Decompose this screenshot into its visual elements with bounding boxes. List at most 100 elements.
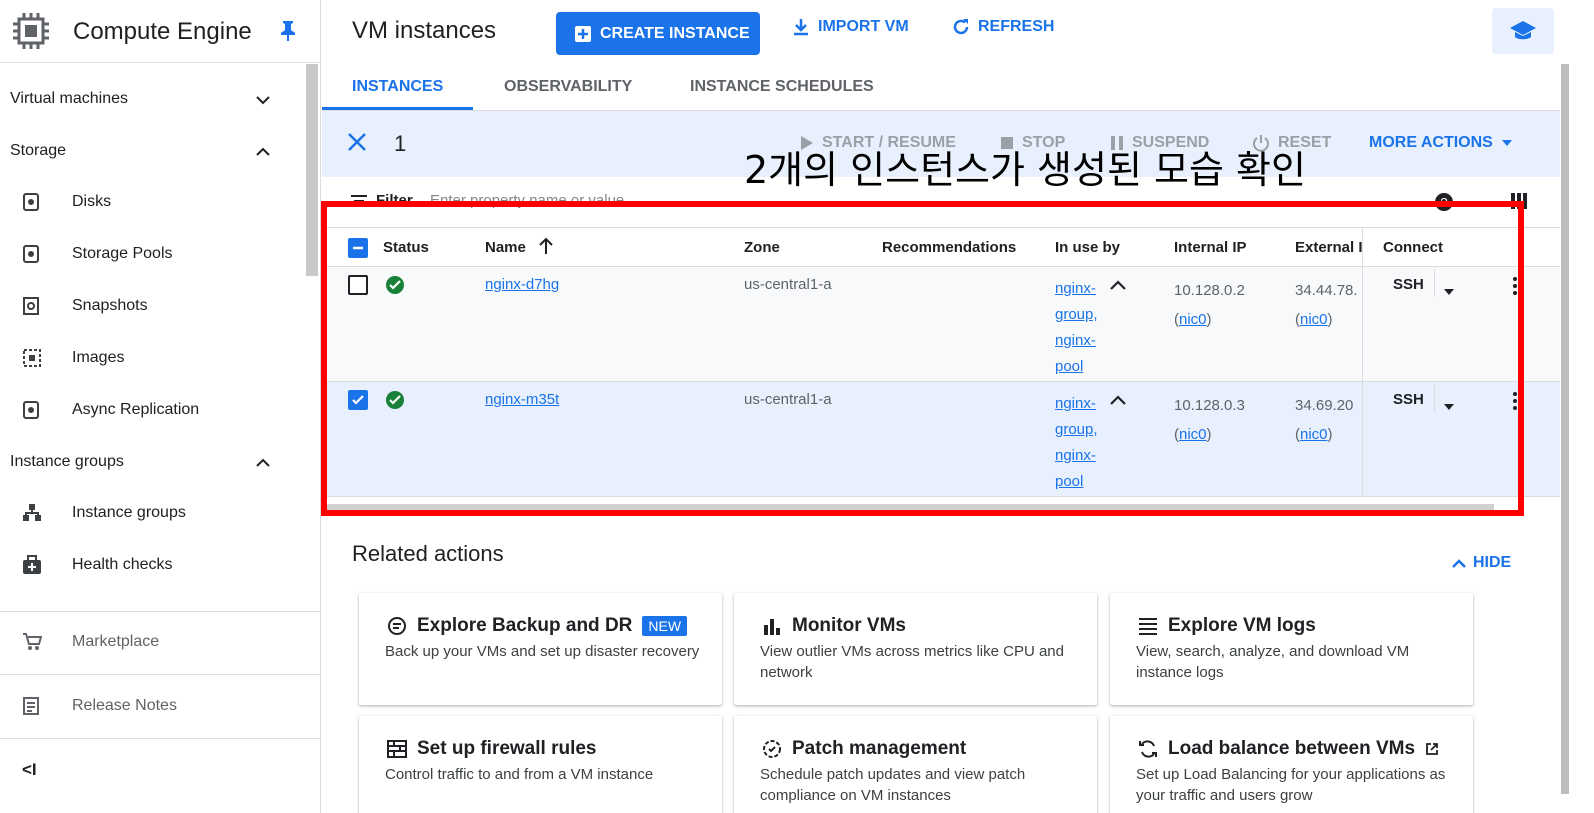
health-check-icon (22, 555, 42, 580)
image-icon (22, 348, 42, 373)
related-actions-title: Related actions (352, 541, 504, 566)
page-scrollbar-thumb[interactable] (1561, 64, 1569, 794)
section-virtual-machines[interactable]: Virtual machines (10, 90, 128, 108)
page-title: VM instances (352, 17, 497, 44)
sidebar-item-disks[interactable]: Disks (0, 182, 305, 222)
hide-label: HIDE (1473, 554, 1512, 571)
sidebar-item-label: Disks (72, 193, 112, 210)
card-firewall-rules[interactable]: Set up firewall rules Control traffic to… (359, 716, 722, 813)
sidebar-item-label: Health checks (72, 556, 173, 573)
sidebar-scrollbar[interactable] (306, 64, 318, 276)
card-title: Monitor VMs (792, 615, 906, 636)
card-title: Patch management (792, 738, 967, 759)
card-description: Schedule patch updates and view patch co… (760, 766, 1026, 804)
create-instance-button[interactable]: CREATE INSTANCE (556, 12, 760, 55)
active-tab-indicator (322, 107, 473, 110)
disk-icon (22, 244, 40, 269)
card-monitor-vms[interactable]: Monitor VMs View outlier VMs across metr… (734, 593, 1097, 705)
sidebar-item-storage-pools[interactable]: Storage Pools (0, 234, 305, 274)
sidebar: Compute Engine Virtual machines Storage … (0, 0, 321, 813)
card-title: Explore VM logs (1168, 615, 1316, 636)
section-storage[interactable]: Storage (10, 142, 66, 160)
card-description: Back up your VMs and set up disaster rec… (385, 643, 700, 660)
card-description: View, search, analyze, and download VM i… (1136, 643, 1410, 681)
card-description: Control traffic to and from a VM instanc… (385, 766, 654, 783)
download-icon (794, 19, 808, 36)
page-scrollbar[interactable] (1561, 64, 1569, 794)
section-instance-groups[interactable]: Instance groups (10, 453, 124, 471)
divider (0, 674, 321, 675)
card-load-balance[interactable]: Load balance between VMs Set up Load Bal… (1110, 716, 1473, 813)
compute-chip-icon (12, 12, 50, 55)
tab-bar: INSTANCES OBSERVABILITY INSTANCE SCHEDUL… (322, 64, 1560, 111)
annotation-text: 2개의 인스턴스가 생성된 모습 확인 (744, 148, 1306, 192)
close-icon[interactable] (346, 131, 368, 158)
card-explore-vm-logs[interactable]: Explore VM logs View, search, analyze, a… (1110, 593, 1473, 705)
refresh-label: REFRESH (978, 18, 1055, 35)
divider (0, 611, 321, 612)
header: VM instances CREATE INSTANCE IMPORT VM R… (322, 0, 1594, 63)
sidebar-item-images[interactable]: Images (0, 338, 305, 378)
add-box-icon (575, 25, 591, 42)
collapse-sidebar-icon[interactable]: <I (22, 760, 37, 780)
patch-icon (763, 740, 781, 758)
sidebar-item-label: Release Notes (72, 697, 177, 714)
create-instance-label: CREATE INSTANCE (600, 24, 750, 42)
card-description: Set up Load Balancing for your applicati… (1136, 766, 1446, 804)
product-title: Compute Engine (73, 18, 252, 45)
card-description: View outlier VMs across metrics like CPU… (760, 643, 1064, 681)
sidebar-item-async-replication[interactable]: Async Replication (0, 390, 305, 430)
disk-icon (22, 400, 40, 425)
chevron-down-icon[interactable] (255, 92, 271, 113)
tab-observability[interactable]: OBSERVABILITY (504, 78, 632, 96)
learn-button[interactable] (1492, 8, 1554, 54)
snapshot-icon (22, 296, 40, 321)
release-notes-icon (22, 696, 42, 721)
chevron-up-icon[interactable] (255, 455, 271, 476)
new-badge: NEW (642, 616, 688, 636)
sidebar-item-label: Snapshots (72, 297, 148, 314)
card-patch-management[interactable]: Patch management Schedule patch updates … (734, 716, 1097, 813)
chevron-up-icon (1452, 559, 1466, 568)
cart-icon (22, 632, 43, 657)
firewall-icon (387, 740, 407, 758)
sidebar-item-health-checks[interactable]: Health checks (0, 545, 305, 585)
import-vm-button[interactable]: IMPORT VM (792, 18, 909, 36)
logs-icon (1139, 618, 1157, 635)
refresh-icon (953, 19, 969, 35)
instance-groups-icon (22, 503, 42, 528)
chevron-up-icon[interactable] (255, 144, 271, 165)
bar-chart-icon (764, 619, 780, 635)
disk-icon (22, 192, 40, 217)
import-vm-label: IMPORT VM (818, 18, 909, 35)
school-icon (1510, 21, 1536, 40)
tab-instance-schedules[interactable]: INSTANCE SCHEDULES (690, 78, 874, 96)
sidebar-item-label: Images (72, 349, 125, 366)
divider (0, 738, 321, 739)
sidebar-header: Compute Engine (0, 0, 320, 63)
caret-down-icon (1501, 140, 1512, 146)
sidebar-item-label: Storage Pools (72, 245, 173, 262)
sidebar-item-label: Instance groups (72, 504, 186, 521)
more-actions-label: MORE ACTIONS (1369, 134, 1493, 151)
refresh-button[interactable]: REFRESH (952, 18, 1054, 36)
external-link-icon (1426, 743, 1438, 755)
card-backup-dr[interactable]: Explore Backup and DR NEW Back up your V… (359, 593, 722, 705)
sidebar-item-instance-groups[interactable]: Instance groups (0, 493, 305, 533)
more-actions-button[interactable]: MORE ACTIONS (1369, 134, 1513, 152)
load-balance-icon (1139, 740, 1157, 758)
highlight-box (321, 201, 1524, 516)
pin-icon[interactable] (280, 20, 296, 47)
sidebar-item-release-notes[interactable]: Release Notes (0, 686, 305, 726)
backup-icon (388, 617, 406, 635)
tab-instances[interactable]: INSTANCES (352, 78, 443, 96)
card-title: Load balance between VMs (1168, 738, 1416, 759)
sidebar-item-snapshots[interactable]: Snapshots (0, 286, 305, 326)
sidebar-item-marketplace[interactable]: Marketplace (0, 622, 305, 662)
sidebar-item-label: Marketplace (72, 633, 160, 650)
hide-button[interactable]: HIDE (1451, 554, 1511, 572)
selected-count: 1 (394, 131, 407, 156)
card-title: Explore Backup and DR (417, 615, 633, 636)
sidebar-item-label: Async Replication (72, 401, 200, 418)
card-title: Set up firewall rules (417, 738, 597, 759)
